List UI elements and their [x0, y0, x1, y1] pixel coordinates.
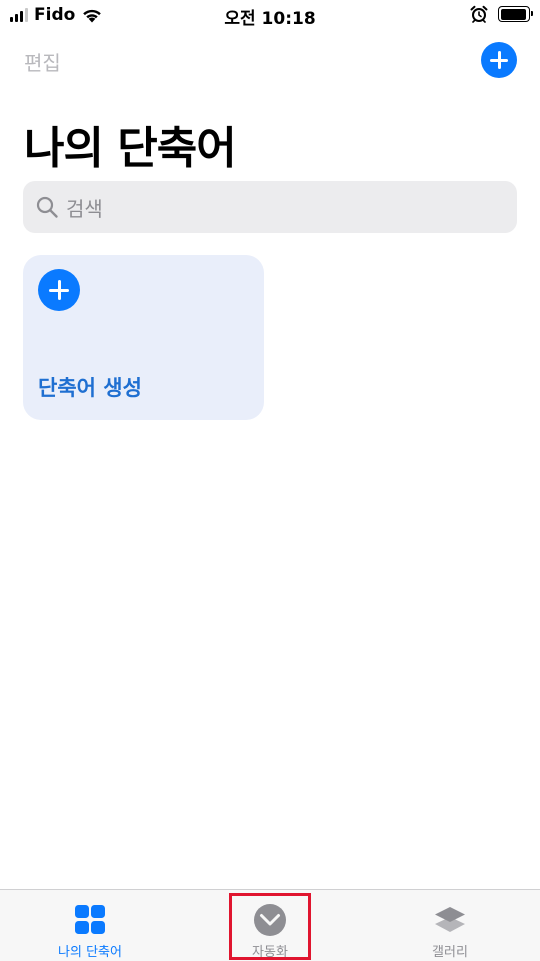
create-shortcut-label: 단축어 생성 — [38, 376, 142, 400]
edit-button[interactable]: 편집 — [24, 47, 61, 76]
tab-gallery[interactable]: 갤러리 — [360, 890, 540, 961]
battery-level-fill — [500, 8, 527, 20]
search-icon — [36, 196, 58, 218]
create-shortcut-card[interactable]: 단축어 생성 — [23, 255, 264, 420]
plus-circle-icon — [38, 269, 80, 311]
page-title: 나의 단축어 — [24, 123, 237, 174]
highlight-annotation-box — [229, 893, 311, 960]
status-time: 오전 10:18 — [224, 9, 316, 29]
status-bar: Fido 오전 10:18 — [0, 0, 540, 30]
status-right — [470, 5, 533, 23]
search-field[interactable]: 검색 — [23, 181, 517, 233]
tab-label: 나의 단축어 — [58, 945, 122, 960]
battery-icon — [498, 6, 533, 22]
tab-my-shortcuts[interactable]: 나의 단축어 — [0, 890, 180, 961]
plus-icon — [490, 51, 508, 69]
shortcuts-app-screen: Fido 오전 10:18 편집 나의 단축어 검색 단축어 생성 나의 단축어… — [0, 0, 540, 961]
grid-icon — [75, 905, 105, 934]
alarm-clock-icon — [470, 5, 488, 23]
search-placeholder: 검색 — [66, 197, 103, 221]
tab-label: 갤러리 — [432, 945, 468, 960]
add-shortcut-button[interactable] — [481, 42, 517, 78]
plus-icon — [49, 280, 69, 300]
layers-icon — [435, 907, 465, 932]
